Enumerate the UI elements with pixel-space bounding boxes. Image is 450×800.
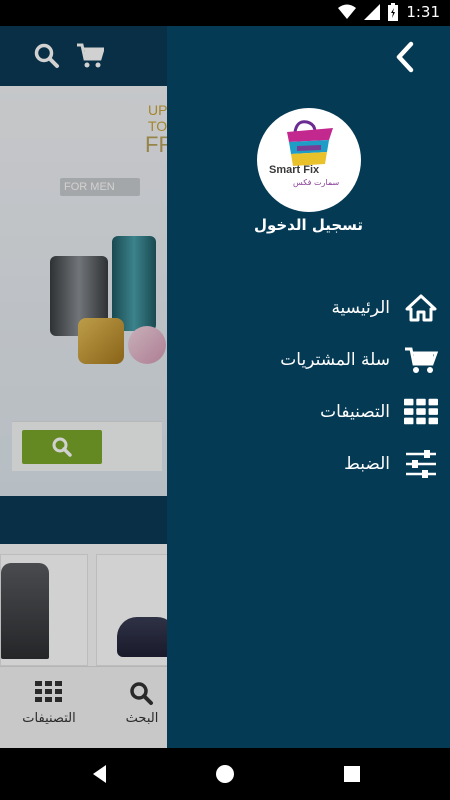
recents-square-icon[interactable]: [340, 762, 364, 786]
signal-icon: [364, 4, 381, 20]
chevron-left-icon[interactable]: [390, 40, 420, 74]
status-time: 1:31: [406, 3, 440, 21]
menu-item-settings[interactable]: الضبط: [167, 438, 450, 490]
menu-item-label: الرئيسية: [331, 298, 390, 318]
home-icon: [404, 293, 438, 323]
shopping-bag-logo-icon: [287, 120, 333, 166]
system-navigation-bar: [0, 748, 450, 800]
settings-sliders-icon: [404, 449, 438, 479]
brand-name: Smart Fix: [269, 164, 320, 176]
wifi-icon: [338, 4, 357, 19]
menu-item-home[interactable]: الرئيسية: [167, 282, 450, 334]
login-link[interactable]: تسجيل الدخول: [167, 216, 450, 234]
battery-icon: [388, 3, 399, 21]
menu-item-categories[interactable]: التصنيفات: [167, 386, 450, 438]
drawer-menu: الرئيسية سلة المشتريات التصنيفات الضبط: [167, 282, 450, 490]
status-bar: 1:31: [0, 0, 450, 26]
back-triangle-icon[interactable]: [88, 762, 112, 786]
menu-item-label: التصنيفات: [320, 402, 390, 422]
home-circle-icon[interactable]: [213, 762, 237, 786]
cart-icon: [404, 345, 438, 375]
menu-item-label: الضبط: [344, 454, 390, 474]
menu-item-label: سلة المشتريات: [280, 350, 390, 370]
brand-logo: Smart Fix سمارت فكس: [257, 108, 361, 212]
grid-icon: [404, 397, 438, 427]
brand-subtitle: سمارت فكس: [293, 178, 340, 187]
menu-item-cart[interactable]: سلة المشتريات: [167, 334, 450, 386]
navigation-drawer: Smart Fix سمارت فكس تسجيل الدخول الرئيسي…: [167, 26, 450, 748]
